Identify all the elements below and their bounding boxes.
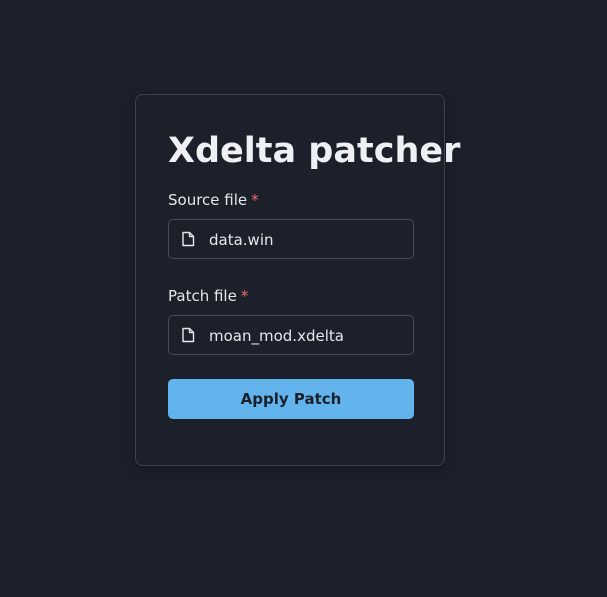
source-file-label: Source file * <box>168 191 259 209</box>
required-marker: * <box>240 287 249 305</box>
source-file-label-text: Source file <box>168 191 248 209</box>
page-title: Xdelta patcher <box>168 131 461 171</box>
patch-file-name: moan_mod.xdelta <box>209 327 344 345</box>
patch-file-input[interactable]: moan_mod.xdelta <box>168 315 414 355</box>
patch-file-label: Patch file * <box>168 287 248 305</box>
file-icon <box>182 231 195 247</box>
apply-patch-button[interactable]: Apply Patch <box>168 379 414 419</box>
source-file-input[interactable]: data.win <box>168 219 414 259</box>
patcher-card: Xdelta patcher Source file * data.win Pat… <box>135 94 460 466</box>
source-file-name: data.win <box>209 231 274 249</box>
required-marker: * <box>251 191 259 209</box>
file-icon <box>182 327 195 343</box>
patch-file-label-text: Patch file <box>168 287 237 305</box>
